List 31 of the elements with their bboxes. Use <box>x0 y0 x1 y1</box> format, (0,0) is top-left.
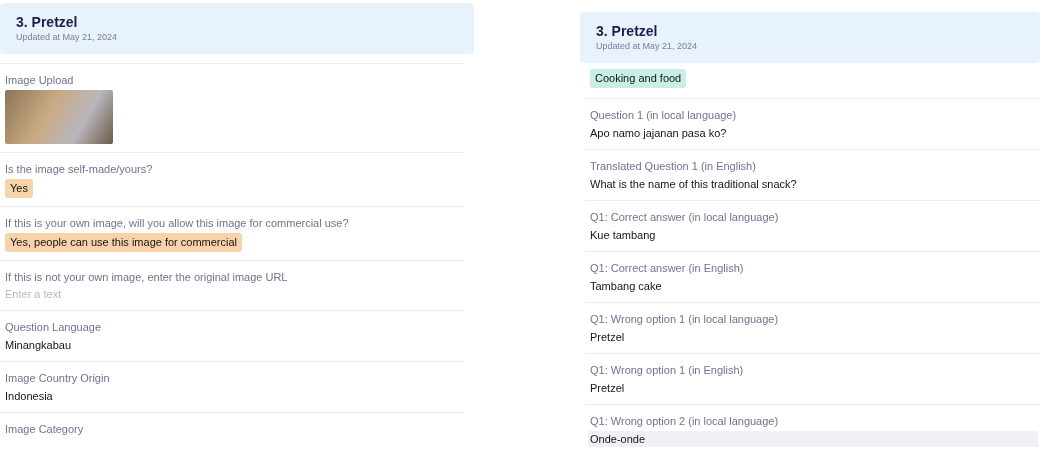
field-label: Image Upload <box>5 73 74 88</box>
card-title: 3. Pretzel <box>16 13 79 31</box>
field-label: Q1: Wrong option 1 (in local language) <box>590 312 779 327</box>
field-value: Pretzel <box>590 330 625 345</box>
field-label: Q1: Correct answer (in English) <box>590 261 744 276</box>
input-field[interactable]: Enter a text <box>5 287 305 302</box>
field-label: Question 1 (in local language) <box>590 108 737 123</box>
field-label: Image Country Origin <box>5 371 110 386</box>
card-title: 3. Pretzel <box>596 22 659 40</box>
field-label: Image Category <box>5 422 84 437</box>
field-value: Tambang cake <box>590 279 662 294</box>
field-label: Q1: Wrong option 2 (in local language) <box>590 414 779 429</box>
answer-tag: Yes, people can use this image for commercial <box>5 233 243 252</box>
field-label: Q1: Correct answer (in local language) <box>590 210 779 225</box>
field-value: Onde-onde <box>590 432 646 447</box>
field-label: If this is not your own image, enter the original image URL <box>5 270 288 285</box>
field-label: Q1: Wrong option 1 (in English) <box>590 363 744 378</box>
field-value: Minangkabau <box>5 338 72 353</box>
field-label: Is the image self-made/yours? <box>5 162 153 177</box>
field-label: Translated Question 1 (in English) <box>590 159 756 174</box>
field-value: Kue tambang <box>590 228 656 243</box>
answer-tag: Yes <box>5 179 33 198</box>
field-value: What is the name of this traditional snack? <box>590 177 797 192</box>
updated-date: Updated at May 21, 2024 <box>596 40 699 53</box>
field-value: Apo namo jajanan pasa ko? <box>590 126 727 141</box>
field-label: If this is your own image, will you allow this image for commercial use? <box>5 216 349 231</box>
answer-tag: Cooking and food <box>590 69 687 88</box>
field-value: Indonesia <box>5 389 53 404</box>
field-label: Question Language <box>5 320 102 335</box>
updated-date: Updated at May 21, 2024 <box>16 31 119 44</box>
field-value: Pretzel <box>590 381 625 396</box>
